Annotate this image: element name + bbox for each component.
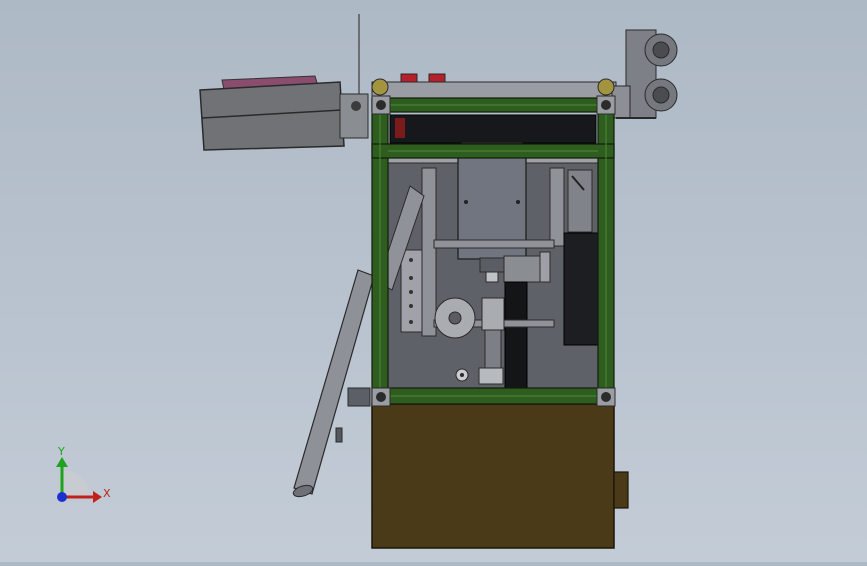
cad-viewport[interactable]: Y X — [0, 0, 867, 562]
diagonal-pole — [292, 269, 375, 498]
coordinate-triad: Y X — [56, 445, 111, 503]
y-axis-label: Y — [57, 445, 65, 458]
control-box — [199, 75, 369, 151]
roller-assembly — [611, 29, 678, 119]
linear-rail — [504, 281, 528, 389]
indicator-light-1 — [400, 73, 418, 83]
indicator-light-2 — [428, 73, 446, 83]
assembly-drawing: Y X — [56, 14, 678, 549]
x-axis-label: X — [103, 487, 111, 500]
right-drive-box — [563, 232, 601, 346]
z-axis-dot — [57, 492, 67, 502]
base-box — [371, 403, 629, 549]
upper-black-block — [389, 114, 597, 144]
